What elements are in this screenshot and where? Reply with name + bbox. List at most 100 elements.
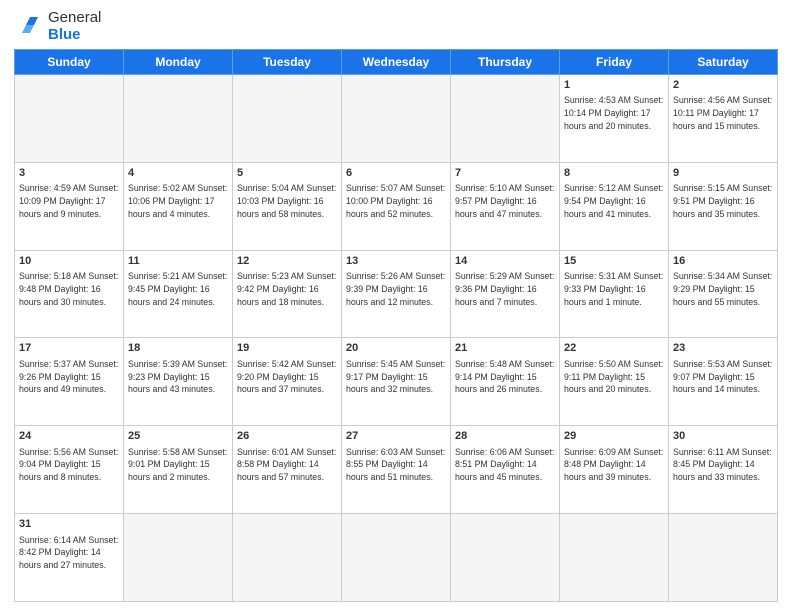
calendar-cell: 10Sunrise: 5:18 AM Sunset: 9:48 PM Dayli… — [15, 250, 124, 338]
weekday-header-monday: Monday — [124, 50, 233, 75]
calendar-cell: 4Sunrise: 5:02 AM Sunset: 10:06 PM Dayli… — [124, 162, 233, 250]
day-info: Sunrise: 4:56 AM Sunset: 10:11 PM Daylig… — [673, 94, 773, 132]
day-info: Sunrise: 6:14 AM Sunset: 8:42 PM Dayligh… — [19, 534, 119, 572]
day-number: 18 — [128, 341, 228, 356]
week-row-3: 10Sunrise: 5:18 AM Sunset: 9:48 PM Dayli… — [15, 250, 778, 338]
day-number: 7 — [455, 166, 555, 181]
calendar-cell: 24 Sunrise: 5:56 AM Sunset: 9:04 PM Dayli… — [15, 426, 124, 514]
day-info: Sunrise: 5:56 AM Sunset: 9:04 PM Dayligh… — [19, 446, 119, 484]
day-info: Sunrise: 6:03 AM Sunset: 8:55 PM Dayligh… — [346, 446, 446, 484]
calendar-cell — [233, 75, 342, 163]
day-number: 21 — [455, 341, 555, 356]
day-number: 8 — [564, 166, 664, 181]
calendar-cell: 19Sunrise: 5:42 AM Sunset: 9:20 PM Dayli… — [233, 338, 342, 426]
day-number: 5 — [237, 166, 337, 181]
calendar-cell — [233, 514, 342, 602]
day-info: Sunrise: 5:18 AM Sunset: 9:48 PM Dayligh… — [19, 270, 119, 308]
day-info: Sunrise: 5:50 AM Sunset: 9:11 PM Dayligh… — [564, 358, 664, 396]
day-info: Sunrise: 6:09 AM Sunset: 8:48 PM Dayligh… — [564, 446, 664, 484]
calendar-cell: 1Sunrise: 4:53 AM Sunset: 10:14 PM Dayli… — [560, 75, 669, 163]
calendar-cell: 7Sunrise: 5:10 AM Sunset: 9:57 PM Daylig… — [451, 162, 560, 250]
day-number: 26 — [237, 429, 337, 444]
calendar-cell — [342, 514, 451, 602]
calendar-cell: 17 Sunrise: 5:37 AM Sunset: 9:26 PM Dayli… — [15, 338, 124, 426]
calendar-cell — [451, 75, 560, 163]
day-info: Sunrise: 4:59 AM Sunset: 10:09 PM Daylig… — [19, 182, 119, 220]
day-number: 2 — [673, 78, 773, 93]
calendar-cell: 18 Sunrise: 5:39 AM Sunset: 9:23 PM Dayli… — [124, 338, 233, 426]
calendar-cell: 6Sunrise: 5:07 AM Sunset: 10:00 PM Dayli… — [342, 162, 451, 250]
day-number: 9 — [673, 166, 773, 181]
calendar-cell: 30 Sunrise: 6:11 AM Sunset: 8:45 PM Dayli… — [669, 426, 778, 514]
day-number: 10 — [19, 254, 119, 269]
weekday-header-wednesday: Wednesday — [342, 50, 451, 75]
calendar-cell: 26 Sunrise: 6:01 AM Sunset: 8:58 PM Dayli… — [233, 426, 342, 514]
calendar-cell: 8Sunrise: 5:12 AM Sunset: 9:54 PM Daylig… — [560, 162, 669, 250]
day-number: 28 — [455, 429, 555, 444]
weekday-header-saturday: Saturday — [669, 50, 778, 75]
day-info: Sunrise: 5:34 AM Sunset: 9:29 PM Dayligh… — [673, 270, 773, 308]
day-info: Sunrise: 5:02 AM Sunset: 10:06 PM Daylig… — [128, 182, 228, 220]
calendar-cell: 14Sunrise: 5:29 AM Sunset: 9:36 PM Dayli… — [451, 250, 560, 338]
weekday-header-row: SundayMondayTuesdayWednesdayThursdayFrid… — [15, 50, 778, 75]
day-number: 16 — [673, 254, 773, 269]
calendar-cell: 2Sunrise: 4:56 AM Sunset: 10:11 PM Dayli… — [669, 75, 778, 163]
calendar-cell — [451, 514, 560, 602]
day-info: Sunrise: 5:26 AM Sunset: 9:39 PM Dayligh… — [346, 270, 446, 308]
day-number: 6 — [346, 166, 446, 181]
calendar-cell — [669, 514, 778, 602]
page: General Blue SundayMondayTuesdayWednesda… — [0, 0, 792, 612]
calendar-cell — [560, 514, 669, 602]
day-info: Sunrise: 4:53 AM Sunset: 10:14 PM Daylig… — [564, 94, 664, 132]
day-info: Sunrise: 5:10 AM Sunset: 9:57 PM Dayligh… — [455, 182, 555, 220]
day-number: 20 — [346, 341, 446, 356]
day-info: Sunrise: 5:31 AM Sunset: 9:33 PM Dayligh… — [564, 270, 664, 308]
week-row-5: 24 Sunrise: 5:56 AM Sunset: 9:04 PM Dayli… — [15, 426, 778, 514]
calendar-cell: 28 Sunrise: 6:06 AM Sunset: 8:51 PM Dayli… — [451, 426, 560, 514]
calendar-cell: 21 Sunrise: 5:48 AM Sunset: 9:14 PM Dayli… — [451, 338, 560, 426]
day-number: 19 — [237, 341, 337, 356]
calendar-cell: 29 Sunrise: 6:09 AM Sunset: 8:48 PM Dayli… — [560, 426, 669, 514]
day-info: Sunrise: 5:48 AM Sunset: 9:14 PM Dayligh… — [455, 358, 555, 396]
calendar-cell: 31Sunrise: 6:14 AM Sunset: 8:42 PM Dayli… — [15, 514, 124, 602]
day-info: Sunrise: 6:01 AM Sunset: 8:58 PM Dayligh… — [237, 446, 337, 484]
day-info: Sunrise: 5:15 AM Sunset: 9:51 PM Dayligh… — [673, 182, 773, 220]
day-number: 29 — [564, 429, 664, 444]
weekday-header-sunday: Sunday — [15, 50, 124, 75]
day-info: Sunrise: 5:23 AM Sunset: 9:42 PM Dayligh… — [237, 270, 337, 308]
day-number: 30 — [673, 429, 773, 444]
week-row-2: 3Sunrise: 4:59 AM Sunset: 10:09 PM Dayli… — [15, 162, 778, 250]
day-info: Sunrise: 6:11 AM Sunset: 8:45 PM Dayligh… — [673, 446, 773, 484]
weekday-header-friday: Friday — [560, 50, 669, 75]
calendar-cell — [124, 514, 233, 602]
weekday-header-thursday: Thursday — [451, 50, 560, 75]
calendar-cell: 11Sunrise: 5:21 AM Sunset: 9:45 PM Dayli… — [124, 250, 233, 338]
day-info: Sunrise: 5:58 AM Sunset: 9:01 PM Dayligh… — [128, 446, 228, 484]
week-row-6: 31Sunrise: 6:14 AM Sunset: 8:42 PM Dayli… — [15, 514, 778, 602]
day-number: 4 — [128, 166, 228, 181]
day-number: 24 — [19, 429, 119, 444]
day-number: 1 — [564, 78, 664, 93]
day-number: 3 — [19, 166, 119, 181]
day-info: Sunrise: 5:07 AM Sunset: 10:00 PM Daylig… — [346, 182, 446, 220]
calendar-cell: 15Sunrise: 5:31 AM Sunset: 9:33 PM Dayli… — [560, 250, 669, 338]
day-info: Sunrise: 5:04 AM Sunset: 10:03 PM Daylig… — [237, 182, 337, 220]
calendar-cell: 9Sunrise: 5:15 AM Sunset: 9:51 PM Daylig… — [669, 162, 778, 250]
header: General Blue — [14, 10, 778, 43]
calendar-cell: 12Sunrise: 5:23 AM Sunset: 9:42 PM Dayli… — [233, 250, 342, 338]
day-number: 17 — [19, 341, 119, 356]
logo-flag-icon — [14, 15, 44, 39]
day-number: 14 — [455, 254, 555, 269]
day-number: 13 — [346, 254, 446, 269]
day-number: 23 — [673, 341, 773, 356]
day-info: Sunrise: 5:29 AM Sunset: 9:36 PM Dayligh… — [455, 270, 555, 308]
weekday-header-tuesday: Tuesday — [233, 50, 342, 75]
week-row-4: 17 Sunrise: 5:37 AM Sunset: 9:26 PM Dayli… — [15, 338, 778, 426]
day-info: Sunrise: 5:37 AM Sunset: 9:26 PM Dayligh… — [19, 358, 119, 396]
calendar-cell: 23Sunrise: 5:53 AM Sunset: 9:07 PM Dayli… — [669, 338, 778, 426]
day-number: 22 — [564, 341, 664, 356]
logo-general: General — [48, 10, 101, 27]
week-row-1: 1Sunrise: 4:53 AM Sunset: 10:14 PM Dayli… — [15, 75, 778, 163]
day-info: Sunrise: 5:39 AM Sunset: 9:23 PM Dayligh… — [128, 358, 228, 396]
day-info: Sunrise: 6:06 AM Sunset: 8:51 PM Dayligh… — [455, 446, 555, 484]
